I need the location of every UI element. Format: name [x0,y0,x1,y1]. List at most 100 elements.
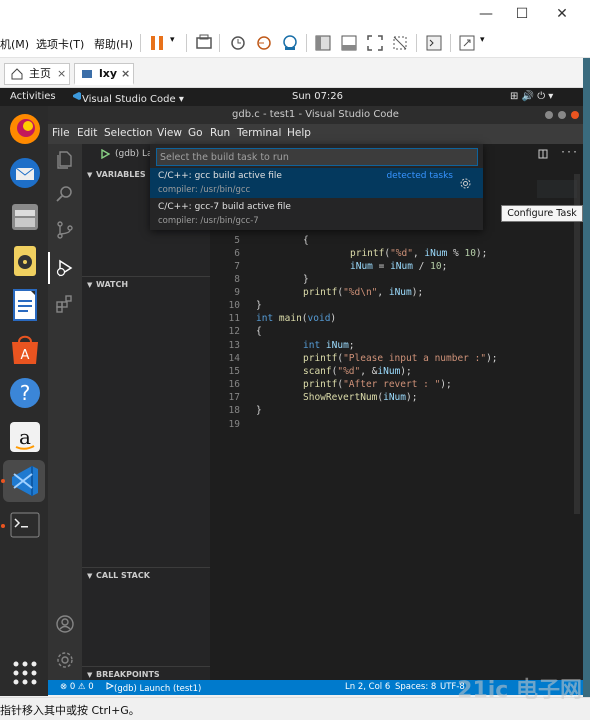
search-icon[interactable] [55,184,75,204]
menu-help[interactable]: Help [287,127,311,139]
tab-lxy-label: lxy [99,67,118,80]
show-applications-icon[interactable] [6,654,44,692]
code-token: void [307,313,331,324]
menu-machine[interactable]: 机(M) [0,36,29,52]
line-number: 16 [228,379,240,390]
minimize-window-icon[interactable] [545,111,553,119]
code-token: iNum [390,261,413,272]
menu-run[interactable]: Run [210,127,230,139]
code-token: iNum [383,392,406,403]
call-stack-section-header[interactable]: CALL STACK [96,571,150,580]
amazon-icon[interactable]: a [6,418,44,456]
chevron-down-icon[interactable]: ▼ [87,171,92,179]
send-keys-icon[interactable] [195,34,213,52]
code-token: , [377,287,389,298]
chevron-down-icon[interactable]: ▼ [87,671,92,679]
source-control-icon[interactable] [55,220,75,240]
menu-view[interactable]: View [157,127,182,139]
close-icon[interactable]: × [121,64,130,84]
code-token: "%d" [390,248,413,259]
minimap[interactable] [537,180,577,198]
vscode-icon[interactable] [6,462,44,500]
console-view-icon[interactable] [340,34,358,52]
line-number: 11 [228,313,240,324]
line-number: 7 [234,261,240,272]
build-task-quickpick: C/C++: gcc build active file compiler: /… [150,144,483,230]
unity-icon[interactable] [391,34,409,52]
settings-gear-icon[interactable] [55,650,75,670]
sidebar-view-icon[interactable] [314,34,332,52]
code-line: scanf("%d", &iNum); [303,366,412,377]
revert-snapshot-icon[interactable] [255,34,273,52]
quickpick-item-gcc7[interactable]: C/C++: gcc-7 build active file compiler:… [150,199,483,229]
code-token: iNum [424,248,448,259]
line-number: 19 [228,419,240,430]
quickpick-input[interactable] [156,148,478,166]
menu-go[interactable]: Go [188,127,203,139]
menu-help[interactable]: 帮助(H) [94,36,133,52]
configure-task-gear-icon[interactable] [460,178,471,189]
chevron-down-icon[interactable]: ▼ [87,572,92,580]
toolbar-separator [140,34,141,52]
files-icon[interactable] [6,198,44,236]
app-menu[interactable]: Visual Studio Code ▾ [72,91,184,105]
close-button[interactable]: ✕ [552,4,572,24]
minimize-button[interactable]: — [476,4,496,24]
snapshot-icon[interactable] [229,34,247,52]
run-debug-icon[interactable] [55,258,75,278]
quickpick-item-gcc[interactable]: C/C++: gcc build active file compiler: /… [150,168,483,198]
variables-section-header[interactable]: VARIABLES [96,170,146,179]
accounts-icon[interactable] [55,614,75,634]
chevron-down-icon[interactable]: ▼ [87,281,92,289]
section-divider [82,567,210,568]
debug-config-select[interactable]: (gdb) La [115,149,153,159]
extensions-icon[interactable] [55,294,75,314]
running-indicator [1,524,5,528]
rhythmbox-icon[interactable] [6,242,44,280]
code-token: ); [411,287,424,298]
close-icon[interactable]: × [57,64,66,84]
vertical-scrollbar[interactable] [574,174,580,514]
stretch-dropdown-icon[interactable]: ▾ [480,35,485,45]
maximize-button[interactable]: ☐ [512,4,532,24]
debug-launch-status[interactable]: (gdb) Launch (test1) [106,682,201,694]
stretch-icon[interactable] [458,34,476,52]
activities-button[interactable]: Activities [10,91,56,102]
cursor-position[interactable]: Ln 2, Col 6 [345,682,390,692]
menu-selection[interactable]: Selection [104,127,152,139]
menu-terminal[interactable]: Terminal [237,127,281,139]
fullscreen-icon[interactable] [366,34,384,52]
terminal-app-icon[interactable] [6,506,44,544]
menu-edit[interactable]: Edit [77,127,97,139]
system-tray[interactable]: ⊞ 🔊 ⏻ ▾ [510,91,553,102]
thunderbird-icon[interactable] [6,154,44,192]
firefox-icon[interactable] [6,110,44,148]
tab-home[interactable]: 主页 × [4,63,70,85]
software-center-icon[interactable]: A [6,330,44,368]
terminal-icon[interactable] [425,34,443,52]
problems-indicator[interactable]: ⊗ 0 ⚠ 0 [60,682,94,692]
help-icon[interactable]: ? [6,374,44,412]
watch-section-header[interactable]: WATCH [96,280,128,289]
split-editor-icon[interactable] [538,149,548,159]
close-window-icon[interactable] [571,111,579,119]
code-line: { [256,326,262,337]
libreoffice-writer-icon[interactable] [6,286,44,324]
pause-icon[interactable] [148,34,166,52]
breakpoints-section-header[interactable]: BREAKPOINTS [96,670,160,679]
start-debugging-icon[interactable] [100,149,110,159]
tab-lxy[interactable]: lxy × [74,63,134,85]
more-actions-icon[interactable]: ··· [560,147,578,158]
code-token: ); [400,366,412,377]
maximize-window-icon[interactable] [558,111,566,119]
menu-file[interactable]: File [52,127,70,139]
clock[interactable]: Sun 07:26 [292,91,343,102]
menu-tabs[interactable]: 选项卡(T) [36,36,84,52]
snapshot-manager-icon[interactable] [281,34,299,52]
pause-dropdown-icon[interactable]: ▾ [170,35,175,45]
code-token: printf [350,248,385,259]
indentation[interactable]: Spaces: 8 [395,682,436,692]
active-view-indicator [48,252,50,284]
code-token: { [256,326,262,337]
explorer-icon[interactable] [55,150,75,170]
